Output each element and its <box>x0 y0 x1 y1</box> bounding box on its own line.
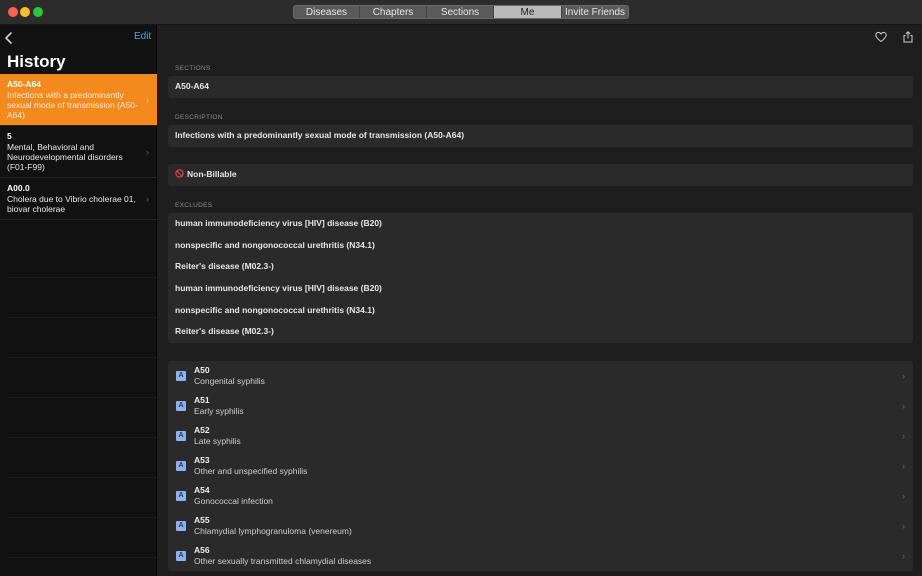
tab-invite-friends[interactable]: Invite Friends <box>562 6 628 18</box>
history-sidebar: Edit History A50-A64 Infections with a p… <box>0 25 157 576</box>
tab-sections[interactable]: Sections <box>427 6 494 18</box>
exclude-item: Reiter's disease (M02.3-) <box>175 261 274 272</box>
history-item[interactable]: 5 Mental, Behavioral and Neurodevelopmen… <box>0 126 157 178</box>
history-item[interactable]: A50-A64 Infections with a predominantly … <box>0 74 157 126</box>
chevron-right-icon: › <box>146 193 149 204</box>
back-chevron-icon[interactable] <box>4 31 14 45</box>
code-list-item[interactable]: A A50 Congenital syphilis › <box>168 361 913 391</box>
exclude-item: Reiter's disease (M02.3-) <box>175 326 274 337</box>
excludes-card: human immunodeficiency virus [HIV] disea… <box>168 213 913 344</box>
prohibited-icon <box>175 169 184 178</box>
page-title: History <box>7 52 66 71</box>
billable-status: Non-Billable <box>168 164 913 186</box>
history-item-description: Cholera due to Vibrio cholerae 01, biova… <box>7 194 136 214</box>
sections-header: SECTIONS <box>175 65 211 72</box>
code-name: Chlamydial lymphogranuloma (venereum) <box>194 526 352 536</box>
code-id: A52 <box>194 425 210 435</box>
exclude-item: nonspecific and nongonococcal urethritis… <box>175 304 375 315</box>
history-list: A50-A64 Infections with a predominantly … <box>0 74 157 220</box>
code-list-item[interactable]: A A55 Chlamydial lymphogranuloma (venere… <box>168 511 913 541</box>
maximize-window-button[interactable] <box>33 7 43 17</box>
code-name: Congenital syphilis <box>194 376 265 386</box>
history-item-code: A00.0 <box>7 183 30 193</box>
history-item-code: A50-A64 <box>7 79 42 89</box>
exclude-item: human immunodeficiency virus [HIV] disea… <box>175 283 382 294</box>
code-id: A50 <box>194 365 210 375</box>
code-list-item[interactable]: A A53 Other and unspecified syphilis › <box>168 451 913 481</box>
chevron-right-icon: › <box>902 401 905 411</box>
description-card: Infections with a predominantly sexual m… <box>168 125 913 147</box>
code-id: A51 <box>194 395 210 405</box>
tab-diseases[interactable]: Diseases <box>294 6 360 18</box>
code-id: A53 <box>194 455 210 465</box>
code-name: Other sexually transmitted chlamydial di… <box>194 556 372 566</box>
section-value: A50-A64 <box>175 81 210 91</box>
code-id: A55 <box>194 515 210 525</box>
code-name: Late syphilis <box>194 436 241 446</box>
code-list-item[interactable]: A A54 Gonococcal infection › <box>168 481 913 511</box>
code-list-item[interactable]: A A56 Other sexually transmitted chlamyd… <box>168 541 913 571</box>
chevron-right-icon: › <box>902 461 905 471</box>
chevron-right-icon: › <box>902 521 905 531</box>
chevron-right-icon: › <box>902 371 905 381</box>
code-name: Other and unspecified syphilis <box>194 466 308 476</box>
close-window-button[interactable] <box>8 7 18 17</box>
description-header: DESCRIPTION <box>175 114 223 121</box>
history-item[interactable]: A00.0 Cholera due to Vibrio cholerae 01,… <box>0 178 157 220</box>
exclude-item: nonspecific and nongonococcal urethritis… <box>175 239 375 250</box>
code-name: Early syphilis <box>194 406 244 416</box>
empty-list-separators <box>8 238 157 568</box>
code-list: A A50 Congenital syphilis › A A51 Early … <box>168 361 913 571</box>
tab-me[interactable]: Me <box>494 6 562 18</box>
code-name: Gonococcal infection <box>194 496 273 506</box>
title-bar: Diseases Chapters Sections Me Invite Fri… <box>0 0 922 25</box>
history-item-description: Infections with a predominantly sexual m… <box>7 90 138 120</box>
history-item-code: 5 <box>7 131 12 141</box>
detail-pane: SECTIONS A50-A64 DESCRIPTION Infections … <box>158 25 922 576</box>
share-icon[interactable] <box>902 31 914 43</box>
section-card: A50-A64 <box>168 76 913 98</box>
code-badge-icon: A <box>176 431 186 441</box>
chevron-right-icon: › <box>902 491 905 501</box>
code-badge-icon: A <box>176 521 186 531</box>
code-list-item[interactable]: A A51 Early syphilis › <box>168 391 913 421</box>
code-badge-icon: A <box>176 491 186 501</box>
tab-chapters[interactable]: Chapters <box>360 6 427 18</box>
code-id: A56 <box>194 545 210 555</box>
exclude-item: human immunodeficiency virus [HIV] disea… <box>175 218 382 228</box>
code-id: A54 <box>194 485 210 495</box>
code-badge-icon: A <box>176 401 186 411</box>
code-list-item[interactable]: A A52 Late syphilis › <box>168 421 913 451</box>
chevron-right-icon: › <box>146 94 149 105</box>
main-tab-control: Diseases Chapters Sections Me Invite Fri… <box>293 5 629 19</box>
billable-label: Non-Billable <box>187 169 237 179</box>
code-badge-icon: A <box>176 461 186 471</box>
description-value: Infections with a predominantly sexual m… <box>175 130 465 140</box>
billable-card: Non-Billable <box>168 164 913 186</box>
code-badge-icon: A <box>176 551 186 561</box>
edit-button[interactable]: Edit <box>134 31 151 42</box>
heart-icon[interactable] <box>875 31 887 43</box>
chevron-right-icon: › <box>146 146 149 157</box>
code-badge-icon: A <box>176 371 186 381</box>
chevron-right-icon: › <box>902 431 905 441</box>
minimize-window-button[interactable] <box>20 7 30 17</box>
history-item-description: Mental, Behavioral and Neurodevelopmenta… <box>7 142 123 172</box>
excludes-header: EXCLUDES <box>175 202 213 209</box>
chevron-right-icon: › <box>902 551 905 561</box>
